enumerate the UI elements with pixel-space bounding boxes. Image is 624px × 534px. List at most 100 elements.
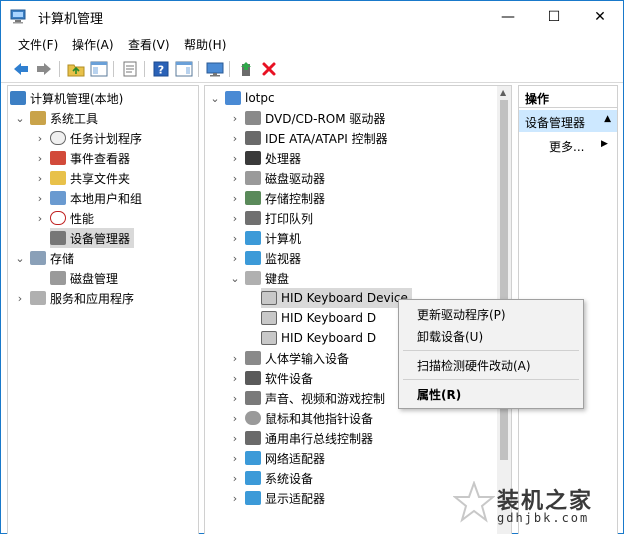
chevron-right-icon[interactable]: › — [34, 192, 46, 205]
device-category[interactable]: › 人体学输入设备 — [229, 348, 349, 368]
chevron-right-icon[interactable]: › — [229, 452, 241, 465]
device-category[interactable]: › 计算机 — [229, 228, 301, 248]
tree-item-label: 事件查看器 — [70, 151, 131, 166]
uninstall-icon[interactable] — [259, 59, 279, 79]
printer-icon — [245, 211, 261, 225]
update-driver-icon[interactable] — [236, 59, 256, 79]
keyboard-device[interactable]: HID Keyboard D — [261, 328, 376, 348]
hid-icon — [245, 351, 261, 365]
tree-item-disk-management[interactable]: 磁盘管理 — [50, 268, 118, 288]
tree-item-event-viewer[interactable]: › 事件查看器 — [34, 148, 130, 168]
shared-folder-icon — [50, 171, 66, 185]
menu-help[interactable]: 帮助(H) — [184, 36, 226, 53]
tree-item-system-tools[interactable]: ⌄ 系统工具 — [14, 108, 98, 128]
device-category[interactable]: › DVD/CD-ROM 驱动器 — [229, 108, 385, 128]
actions-section-device-manager[interactable]: 设备管理器 ▲ — [519, 110, 617, 132]
device-category[interactable]: › 存储控制器 — [229, 188, 325, 208]
up-folder-icon[interactable] — [66, 59, 86, 79]
properties-icon[interactable] — [120, 59, 140, 79]
menu-file[interactable]: 文件(F) — [18, 36, 58, 53]
scroll-up-icon[interactable]: ▲ — [500, 88, 506, 97]
chevron-right-icon[interactable]: › — [34, 132, 46, 145]
device-category[interactable]: › 显示适配器 — [229, 488, 325, 508]
tree-root[interactable]: 计算机管理(本地) — [10, 88, 123, 108]
menu-scan-hardware[interactable]: 扫描检测硬件改动(A) — [417, 357, 531, 374]
device-category[interactable]: › 处理器 — [229, 148, 301, 168]
chevron-down-icon[interactable]: ⌄ — [229, 272, 241, 285]
forward-icon[interactable] — [34, 59, 54, 79]
chevron-right-icon[interactable]: › — [229, 132, 241, 145]
device-category-keyboards[interactable]: ⌄ 键盘 — [229, 268, 289, 288]
tree-item-task-scheduler[interactable]: › 任务计划程序 — [34, 128, 142, 148]
menu-action[interactable]: 操作(A) — [72, 36, 114, 53]
chevron-right-icon[interactable]: › — [229, 232, 241, 245]
chevron-right-icon[interactable]: › — [229, 192, 241, 205]
actions-more[interactable]: 更多... ▶ — [549, 138, 608, 155]
help-icon[interactable]: ? — [151, 59, 171, 79]
device-category[interactable]: › 通用串行总线控制器 — [229, 428, 373, 448]
back-icon[interactable] — [11, 59, 31, 79]
chevron-right-icon[interactable]: › — [229, 492, 241, 505]
chevron-right-icon[interactable]: › — [229, 212, 241, 225]
device-tree-root[interactable]: ⌄ lotpc — [209, 88, 275, 108]
chevron-right-icon[interactable]: › — [14, 292, 26, 305]
chevron-right-icon[interactable]: › — [34, 172, 46, 185]
device-category[interactable]: › IDE ATA/ATAPI 控制器 — [229, 128, 388, 148]
device-category[interactable]: › 声音、视频和游戏控制 — [229, 388, 385, 408]
chevron-right-icon[interactable]: › — [34, 212, 46, 225]
close-button[interactable]: ✕ — [577, 1, 623, 32]
chevron-down-icon[interactable]: ⌄ — [14, 112, 26, 125]
device-category[interactable]: › 鼠标和其他指针设备 — [229, 408, 373, 428]
device-category-label: 磁盘驱动器 — [265, 171, 326, 186]
chevron-right-icon[interactable]: › — [229, 112, 241, 125]
menu-view[interactable]: 查看(V) — [128, 36, 170, 53]
tree-item-label: 性能 — [70, 211, 95, 226]
device-category[interactable]: › 网络适配器 — [229, 448, 325, 468]
tree-item-services-apps[interactable]: › 服务和应用程序 — [14, 288, 134, 308]
event-viewer-icon — [50, 151, 66, 165]
keyboard-device-label: HID Keyboard D — [281, 331, 377, 345]
chevron-down-icon[interactable]: ⌄ — [209, 92, 221, 105]
actions-header: 操作 — [519, 86, 617, 108]
dvd-drive-icon — [245, 111, 261, 125]
tree-item-local-users[interactable]: › 本地用户和组 — [34, 188, 142, 208]
device-category[interactable]: › 磁盘驱动器 — [229, 168, 325, 188]
chevron-right-icon[interactable]: › — [229, 372, 241, 385]
tree-item-shared-folders[interactable]: › 共享文件夹 — [34, 168, 130, 188]
device-category-label: 存储控制器 — [265, 191, 326, 206]
chevron-right-icon[interactable]: › — [229, 252, 241, 265]
tree-item-storage[interactable]: ⌄ 存储 — [14, 248, 74, 268]
device-category-label: 显示适配器 — [265, 491, 326, 506]
minimize-button[interactable]: — — [485, 1, 531, 32]
menu-uninstall-device[interactable]: 卸载设备(U) — [417, 328, 483, 345]
device-category[interactable]: › 软件设备 — [229, 368, 313, 388]
tree-item-label: 系统工具 — [50, 111, 99, 126]
tree-item-performance[interactable]: › 性能 — [34, 208, 94, 228]
chevron-right-icon[interactable]: › — [229, 152, 241, 165]
show-hide-tree-icon[interactable] — [89, 59, 109, 79]
menu-properties[interactable]: 属性(R) — [417, 386, 461, 403]
keyboard-device[interactable]: HID Keyboard D — [261, 308, 376, 328]
chevron-right-icon[interactable]: › — [34, 152, 46, 165]
chevron-right-icon[interactable]: › — [229, 172, 241, 185]
device-category[interactable]: › 监视器 — [229, 248, 301, 268]
chevron-right-icon[interactable]: › — [229, 352, 241, 365]
svg-text:?: ? — [158, 64, 164, 77]
chevron-right-icon[interactable]: › — [229, 432, 241, 445]
device-category[interactable]: › 系统设备 — [229, 468, 313, 488]
action-pane-icon[interactable] — [174, 59, 194, 79]
monitor-icon[interactable] — [205, 59, 225, 79]
chevron-right-icon[interactable]: › — [229, 472, 241, 485]
chevron-down-icon[interactable]: ⌄ — [14, 252, 26, 265]
tree-item-device-manager[interactable]: 设备管理器 — [50, 228, 135, 248]
keyboard-device[interactable]: HID Keyboard Device — [261, 288, 412, 308]
maximize-button[interactable]: ☐ — [531, 1, 577, 32]
chevron-right-icon[interactable]: › — [229, 392, 241, 405]
computer-management-icon — [10, 91, 26, 105]
title-bar[interactable]: 计算机管理 — ☐ ✕ — [1, 1, 623, 32]
chevron-right-icon: ▶ — [601, 139, 608, 149]
device-category[interactable]: › 打印队列 — [229, 208, 313, 228]
menu-update-driver[interactable]: 更新驱动程序(P) — [417, 306, 506, 323]
chevron-right-icon[interactable]: › — [229, 412, 241, 425]
collapse-up-icon[interactable]: ▲ — [604, 114, 611, 124]
